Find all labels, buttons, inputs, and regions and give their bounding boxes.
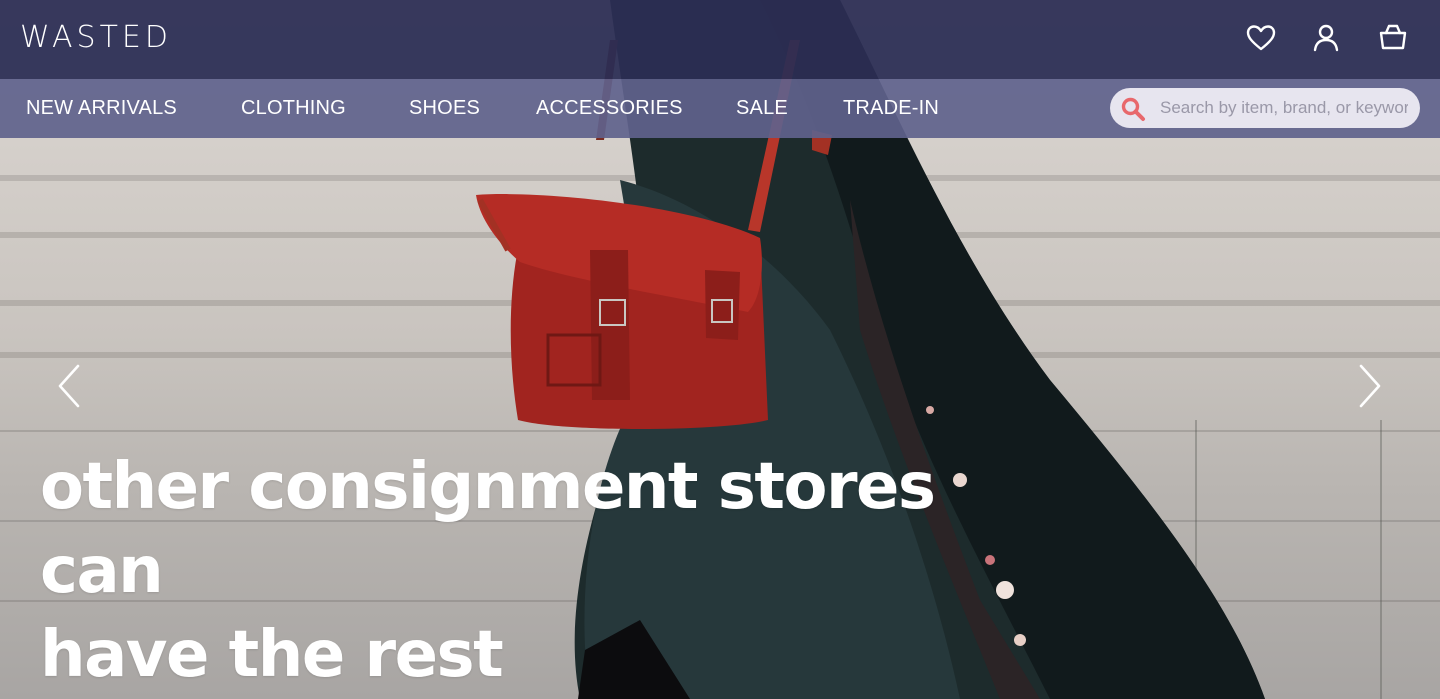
hero-headline: other consignment stores can have the re… [40,445,940,697]
carousel-next-arrow-icon[interactable] [1353,362,1387,410]
nav-accessories[interactable]: ACCESSORIES [536,97,683,120]
nav-sale[interactable]: SALE [736,97,788,120]
hero-headline-line-2: have the rest [40,618,504,692]
main-navigation: NEW ARRIVALS CLOTHING SHOES ACCESSORIES … [0,79,1440,138]
nav-shoes[interactable]: SHOES [409,97,480,120]
top-header: WASTED [0,0,1440,79]
search-box [1110,88,1420,128]
nav-clothing[interactable]: CLOTHING [241,97,346,120]
carousel-prev-arrow-icon[interactable] [52,362,86,410]
heart-icon[interactable] [1245,22,1277,54]
nav-new-arrivals[interactable]: NEW ARRIVALS [26,97,177,120]
nav-trade-in[interactable]: TRADE-IN [843,97,939,120]
shopping-bag-icon[interactable] [1377,22,1409,54]
user-icon[interactable] [1310,22,1342,54]
search-icon[interactable] [1120,96,1146,122]
brand-logo[interactable]: WASTED [20,20,172,55]
search-input[interactable] [1160,94,1408,122]
hero-headline-line-1: other consignment stores can [40,450,936,608]
